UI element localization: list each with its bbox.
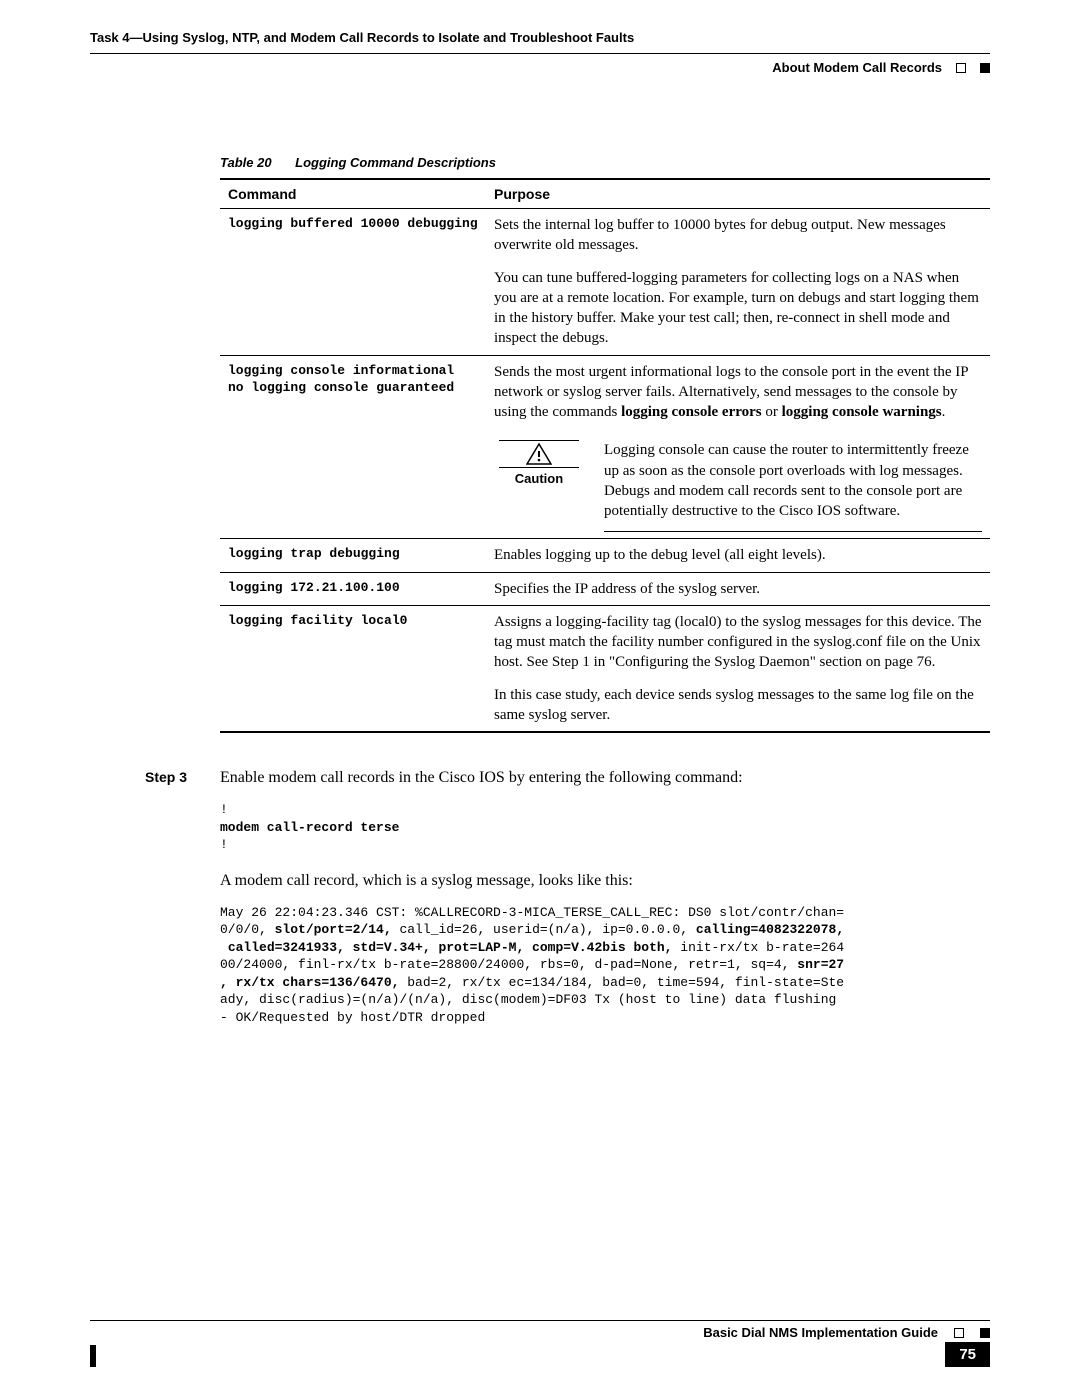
command-cell: logging facility local0	[220, 605, 486, 732]
col-command: Command	[220, 179, 486, 209]
table-title: Logging Command Descriptions	[295, 155, 496, 170]
purpose-para: Assigns a logging-facility tag (local0) …	[494, 612, 982, 673]
header-square-outline-icon	[956, 63, 966, 73]
purpose-cell: Specifies the IP address of the syslog s…	[486, 572, 990, 605]
command-cell: logging buffered 10000 debugging	[220, 209, 486, 356]
command-cell: logging trap debugging	[220, 539, 486, 572]
table-row: logging buffered 10000 debugging Sets th…	[220, 209, 990, 356]
code-block: ! modem call-record terse !	[220, 801, 990, 854]
caution-icon	[526, 443, 552, 465]
page-number: 75	[945, 1342, 990, 1367]
log-output: May 26 22:04:23.346 CST: %CALLRECORD-3-M…	[220, 904, 990, 1027]
caution-block: Caution Logging console can cause the ro…	[494, 440, 982, 532]
purpose-cell: Enables logging up to the debug level (a…	[486, 539, 990, 572]
table-caption: Table 20 Logging Command Descriptions	[220, 155, 990, 170]
footer-square-icon	[980, 1328, 990, 1338]
purpose-para: You can tune buffered-logging parameters…	[494, 268, 982, 349]
section-header: About Modem Call Records	[772, 60, 942, 75]
step-intro: Enable modem call records in the Cisco I…	[220, 769, 990, 787]
table-number: Table 20	[220, 155, 272, 170]
caution-text: Logging console can cause the router to …	[604, 440, 982, 532]
footer-title: Basic Dial NMS Implementation Guide	[703, 1325, 938, 1340]
table-row: logging trap debugging Enables logging u…	[220, 539, 990, 572]
footer-mark-icon	[90, 1345, 96, 1367]
chapter-header: Task 4—Using Syslog, NTP, and Modem Call…	[90, 30, 990, 49]
command-cell: logging 172.21.100.100	[220, 572, 486, 605]
purpose-para: In this case study, each device sends sy…	[494, 685, 982, 726]
purpose-cell: Sends the most urgent informational logs…	[486, 355, 990, 539]
purpose-cell: Assigns a logging-facility tag (local0) …	[486, 605, 990, 732]
purpose-para: Sends the most urgent informational logs…	[494, 362, 982, 423]
table-row: logging 172.21.100.100 Specifies the IP …	[220, 572, 990, 605]
command-cell: logging console informational no logging…	[220, 355, 486, 539]
purpose-cell: Sets the internal log buffer to 10000 by…	[486, 209, 990, 356]
step-text: A modem call record, which is a syslog m…	[220, 872, 990, 890]
footer-square-outline-icon	[954, 1328, 964, 1338]
table-row: logging facility local0 Assigns a loggin…	[220, 605, 990, 732]
caution-label: Caution	[494, 470, 584, 488]
table-row: logging console informational no logging…	[220, 355, 990, 539]
col-purpose: Purpose	[486, 179, 990, 209]
purpose-para: Sets the internal log buffer to 10000 by…	[494, 215, 982, 256]
command-table: Command Purpose logging buffered 10000 d…	[220, 178, 990, 733]
step-label: Step 3	[145, 769, 220, 1026]
header-square-icon	[980, 63, 990, 73]
